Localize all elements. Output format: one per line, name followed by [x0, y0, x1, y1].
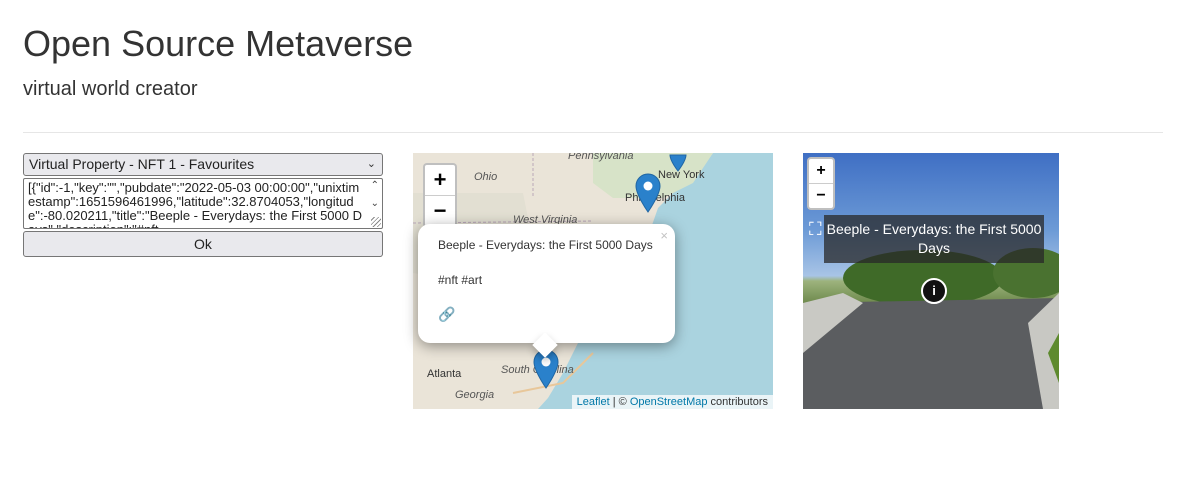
map-marker-icon[interactable]: [665, 153, 691, 173]
map-zoom-in-button[interactable]: +: [425, 165, 455, 196]
map-popup: × Beeple - Everydays: the First 5000 Day…: [418, 224, 675, 358]
city-label-atlanta: Atlanta: [427, 368, 462, 380]
resize-handle-icon[interactable]: [371, 217, 381, 227]
leaflet-link[interactable]: Leaflet: [577, 396, 610, 408]
json-text: [{"id":-1,"key":"","pubdate":"2022-05-03…: [28, 180, 363, 229]
sv-zoom-in-button[interactable]: +: [809, 159, 833, 184]
map-label-pennsylvania: Pennsylvania: [568, 153, 634, 162]
scroll-up-icon[interactable]: ⌃: [371, 179, 379, 193]
info-icon[interactable]: i: [921, 278, 947, 304]
popup-title: Beeple - Everydays: the First 5000 Days: [438, 238, 653, 252]
sv-zoom-out-button[interactable]: −: [809, 184, 833, 208]
map-label-ohio: Ohio: [474, 171, 498, 183]
divider: [23, 132, 1163, 133]
ok-button[interactable]: Ok: [23, 231, 383, 257]
page-title: Open Source Metaverse: [23, 23, 414, 64]
map-zoom-out-button[interactable]: −: [425, 196, 455, 226]
property-select[interactable]: Virtual Property - NFT 1 - Favourites ⌄: [23, 153, 383, 176]
popup-close-button[interactable]: ×: [660, 228, 668, 243]
map-marker-icon[interactable]: [635, 173, 661, 213]
chevron-down-icon: ⌄: [366, 158, 376, 170]
page-subtitle: virtual world creator: [23, 78, 198, 100]
map-attribution: Leaflet | © OpenStreetMap contributors: [571, 395, 773, 409]
street-view[interactable]: + − ⛶ Beeple - Everydays: the First 5000…: [803, 153, 1059, 409]
scroll-down-icon[interactable]: ⌄: [371, 197, 379, 211]
osm-link[interactable]: OpenStreetMap: [630, 396, 708, 408]
sv-zoom-control: + −: [807, 157, 835, 210]
street-view-caption: Beeple - Everydays: the First 5000 Days: [824, 215, 1044, 263]
map-label-georgia: Georgia: [455, 389, 495, 401]
json-textarea[interactable]: [{"id":-1,"key":"","pubdate":"2022-05-03…: [23, 178, 383, 229]
map-zoom-control: + −: [423, 163, 457, 228]
link-icon[interactable]: 🔗: [438, 306, 455, 323]
popup-tags: #nft #art: [438, 273, 483, 287]
property-select-value: Virtual Property - NFT 1 - Favourites: [29, 156, 255, 172]
